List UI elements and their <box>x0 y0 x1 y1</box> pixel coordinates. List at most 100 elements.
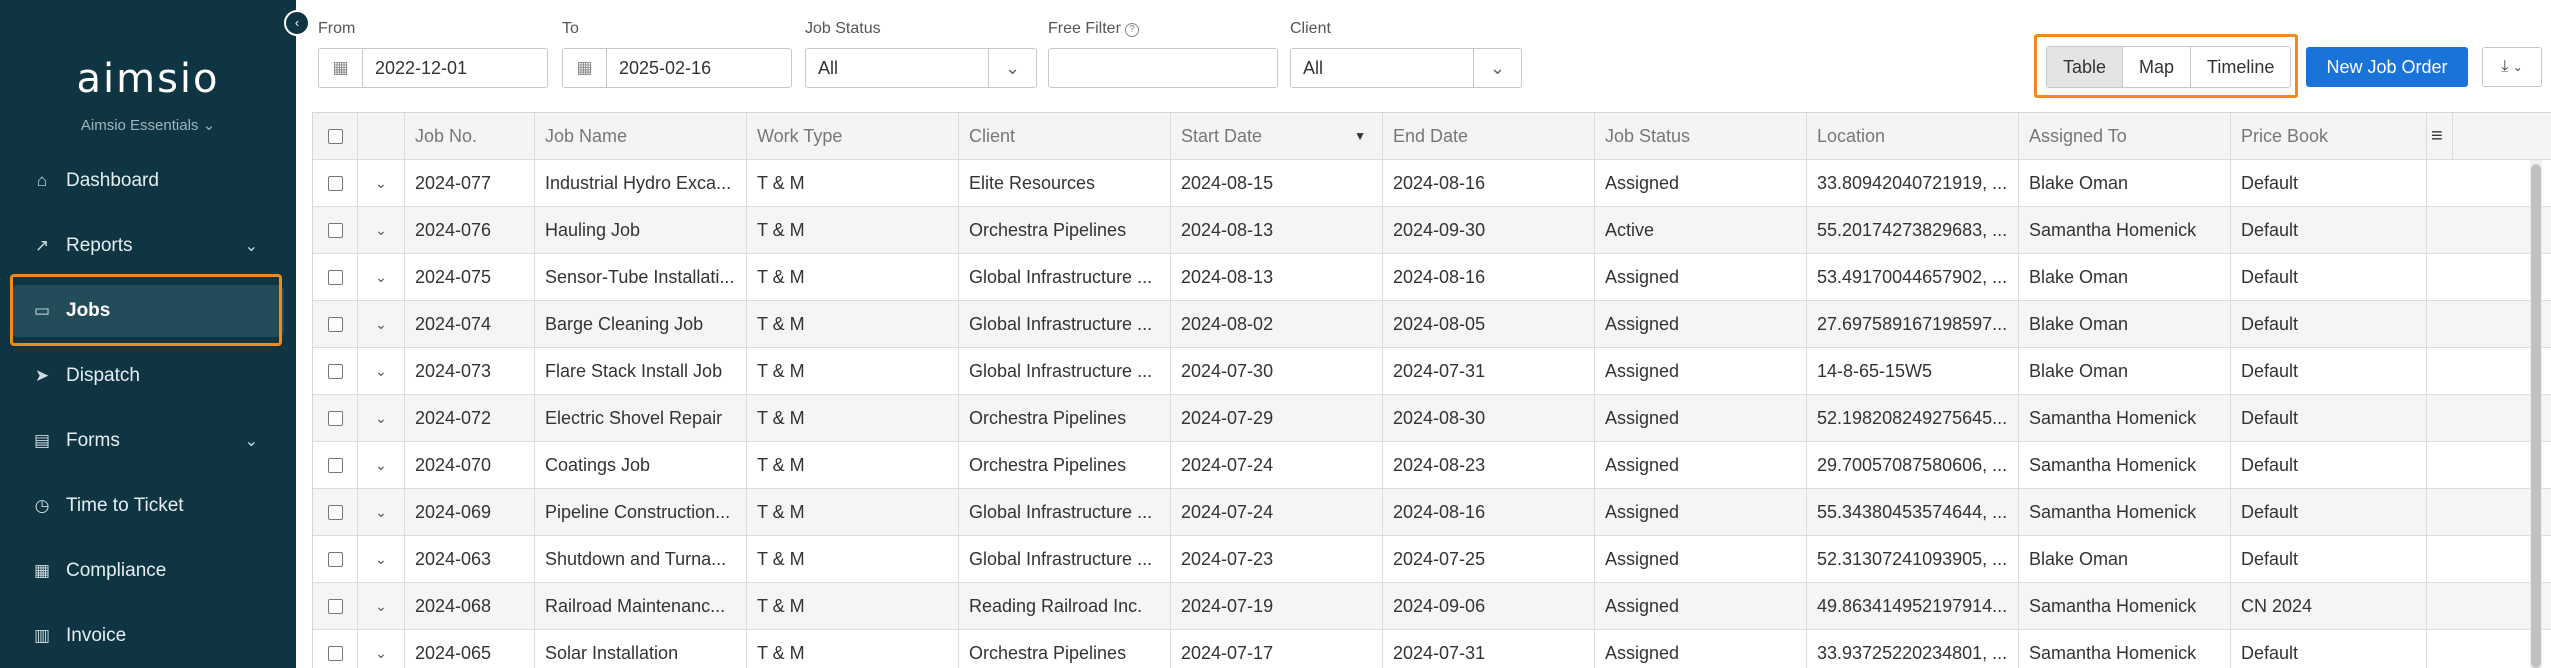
workspace-switcher[interactable]: Aimsio Essentials ⌄ <box>0 116 296 134</box>
row-expand-button[interactable]: ⌄ <box>358 536 405 582</box>
scrollbar-thumb[interactable] <box>2531 164 2541 668</box>
row-checkbox-cell[interactable] <box>313 395 358 441</box>
table-row[interactable]: ⌄ 2024-065 Solar Installation T & M Orchestr… <box>313 630 2551 668</box>
row-expand-button[interactable]: ⌄ <box>358 583 405 629</box>
column-header-start-date[interactable]: Start Date ▼ <box>1171 113 1383 159</box>
sidebar-item-jobs[interactable]: ▭ Jobs <box>12 285 284 337</box>
sidebar-item-label: Compliance <box>66 560 167 581</box>
row-checkbox-cell[interactable] <box>313 301 358 347</box>
collapse-sidebar-button[interactable]: ‹ <box>284 10 310 36</box>
table-row[interactable]: ⌄ 2024-075 Sensor-Tube Installati... T & MG… <box>313 254 2551 301</box>
row-checkbox-cell[interactable] <box>313 630 358 668</box>
table-row[interactable]: ⌄ 2024-069 Pipeline Construction... T & M Gl… <box>313 489 2551 536</box>
table-row[interactable]: ⌄ 2024-074 Barge Cleaning Job T & M Global I… <box>313 301 2551 348</box>
row-checkbox-cell[interactable] <box>313 536 358 582</box>
cell-assigned-to: Blake Oman <box>2019 536 2231 582</box>
sidebar-item-forms[interactable]: ▤ Forms ⌄ <box>12 415 284 467</box>
column-header-end-date[interactable]: End Date <box>1383 113 1595 159</box>
column-header-label: Location <box>1817 125 1886 146</box>
sidebar-item-dispatch[interactable]: ➤ Dispatch <box>12 350 284 402</box>
sort-descending-icon[interactable]: ▼ <box>1354 129 1366 143</box>
select-all-checkbox[interactable] <box>313 113 358 159</box>
row-expand-button[interactable]: ⌄ <box>358 630 405 668</box>
row-checkbox-cell[interactable] <box>313 348 358 394</box>
column-header-job-no[interactable]: Job No. <box>405 113 535 159</box>
column-header-job-name[interactable]: Job Name <box>535 113 747 159</box>
table-row[interactable]: ⌄ 2024-076 Hauling Job T & M Orchestra Pipel… <box>313 207 2551 254</box>
chevron-down-icon: ⌄ <box>244 433 258 450</box>
sidebar-item-invoice[interactable]: ▥ Invoice <box>12 610 284 662</box>
cell-job-status: Assigned <box>1595 160 1807 206</box>
view-table-button[interactable]: Table <box>2047 47 2124 87</box>
column-header-assigned-to[interactable]: Assigned To <box>2019 113 2231 159</box>
cell-location: 53.49170044657902, ... <box>1807 254 2019 300</box>
sidebar-item-time-to-ticket[interactable]: ◷ Time to Ticket <box>12 480 284 532</box>
checkbox[interactable] <box>327 363 343 379</box>
column-header-label: Assigned To <box>2029 125 2127 146</box>
row-expand-button[interactable]: ⌄ <box>358 160 405 206</box>
cell-work-type: T & M <box>747 395 959 441</box>
cell-work-type: T & M <box>747 207 959 253</box>
view-map-button[interactable]: Map <box>2123 47 2192 87</box>
free-filter-input[interactable] <box>1048 48 1278 88</box>
from-date-value: 2022-12-01 <box>375 57 468 78</box>
row-checkbox-cell[interactable] <box>313 254 358 300</box>
to-date-field[interactable]: ▦ 2025-02-16 <box>562 48 792 88</box>
checkbox[interactable] <box>327 410 343 426</box>
job-status-select[interactable]: All ⌄ <box>805 48 1037 88</box>
row-checkbox-cell[interactable] <box>313 207 358 253</box>
row-expand-button[interactable]: ⌄ <box>358 207 405 253</box>
sidebar-item-dashboard[interactable]: ⌂ Dashboard <box>12 155 284 207</box>
app-logo: aimsio <box>76 56 220 102</box>
sidebar: aimsio Aimsio Essentials ⌄ ⌂ Dashboard ↗… <box>0 0 296 668</box>
download-button[interactable]: ⤓ ⌄ <box>2482 47 2542 87</box>
row-expand-button[interactable]: ⌄ <box>358 442 405 488</box>
from-date-field[interactable]: ▦ 2022-12-01 <box>318 48 548 88</box>
column-header-client[interactable]: Client <box>959 113 1171 159</box>
cell-assigned-to: Blake Oman <box>2019 348 2231 394</box>
row-checkbox-cell[interactable] <box>313 442 358 488</box>
row-expand-button[interactable]: ⌄ <box>358 489 405 535</box>
table-row[interactable]: ⌄ 2024-063 Shutdown and Turna... T & M Globa… <box>313 536 2551 583</box>
table-row[interactable]: ⌄ 2024-070 Coatings Job T & M Orchestra Pipe… <box>313 442 2551 489</box>
cell-end-date: 2024-08-16 <box>1383 489 1595 535</box>
column-header-work-type[interactable]: Work Type <box>747 113 959 159</box>
table-row[interactable]: ⌄ 2024-072 Electric Shovel Repair T & M Orch… <box>313 395 2551 442</box>
chevron-down-icon: ⌄ <box>375 315 387 332</box>
checkbox[interactable] <box>327 551 343 567</box>
checkbox[interactable] <box>327 457 343 473</box>
row-checkbox-cell[interactable] <box>313 583 358 629</box>
checkbox[interactable] <box>327 316 343 332</box>
row-expand-button[interactable]: ⌄ <box>358 254 405 300</box>
row-expand-button[interactable]: ⌄ <box>358 348 405 394</box>
checkbox[interactable] <box>327 598 343 614</box>
checkbox[interactable] <box>327 175 343 191</box>
column-header-location[interactable]: Location <box>1807 113 2019 159</box>
column-header-job-status[interactable]: Job Status <box>1595 113 1807 159</box>
view-timeline-button[interactable]: Timeline <box>2191 47 2291 87</box>
document-icon: ▦ <box>33 561 51 580</box>
checkbox[interactable] <box>327 645 343 661</box>
checkbox[interactable] <box>327 222 343 238</box>
client-select[interactable]: All ⌄ <box>1290 48 1522 88</box>
row-checkbox-cell[interactable] <box>313 489 358 535</box>
checkbox[interactable] <box>327 504 343 520</box>
row-expand-button[interactable]: ⌄ <box>358 301 405 347</box>
column-header-price-book[interactable]: Price Book <box>2231 113 2427 159</box>
checkbox[interactable] <box>327 269 343 285</box>
table-row[interactable]: ⌄ 2024-068 Railroad Maintenanc... T & M Read… <box>313 583 2551 630</box>
new-job-order-button[interactable]: New Job Order <box>2306 47 2468 87</box>
cell-start-date: 2024-08-13 <box>1171 254 1383 300</box>
cell-job-no: 2024-076 <box>405 207 535 253</box>
home-icon: ⌂ <box>36 171 48 190</box>
sidebar-item-reports[interactable]: ↗ Reports ⌄ <box>12 220 284 272</box>
cell-job-name: Pipeline Construction... <box>535 489 747 535</box>
table-row[interactable]: ⌄ 2024-073 Flare Stack Install Job T & M Glo… <box>313 348 2551 395</box>
row-checkbox-cell[interactable] <box>313 160 358 206</box>
help-icon[interactable]: ? <box>1124 23 1139 37</box>
column-menu-button[interactable]: ≡ <box>2427 113 2453 159</box>
checkbox[interactable] <box>327 128 343 144</box>
sidebar-item-compliance[interactable]: ▦ Compliance <box>12 545 284 597</box>
row-expand-button[interactable]: ⌄ <box>358 395 405 441</box>
table-row[interactable]: ⌄ 2024-077 Industrial Hydro Exca... T & M El… <box>313 160 2551 207</box>
